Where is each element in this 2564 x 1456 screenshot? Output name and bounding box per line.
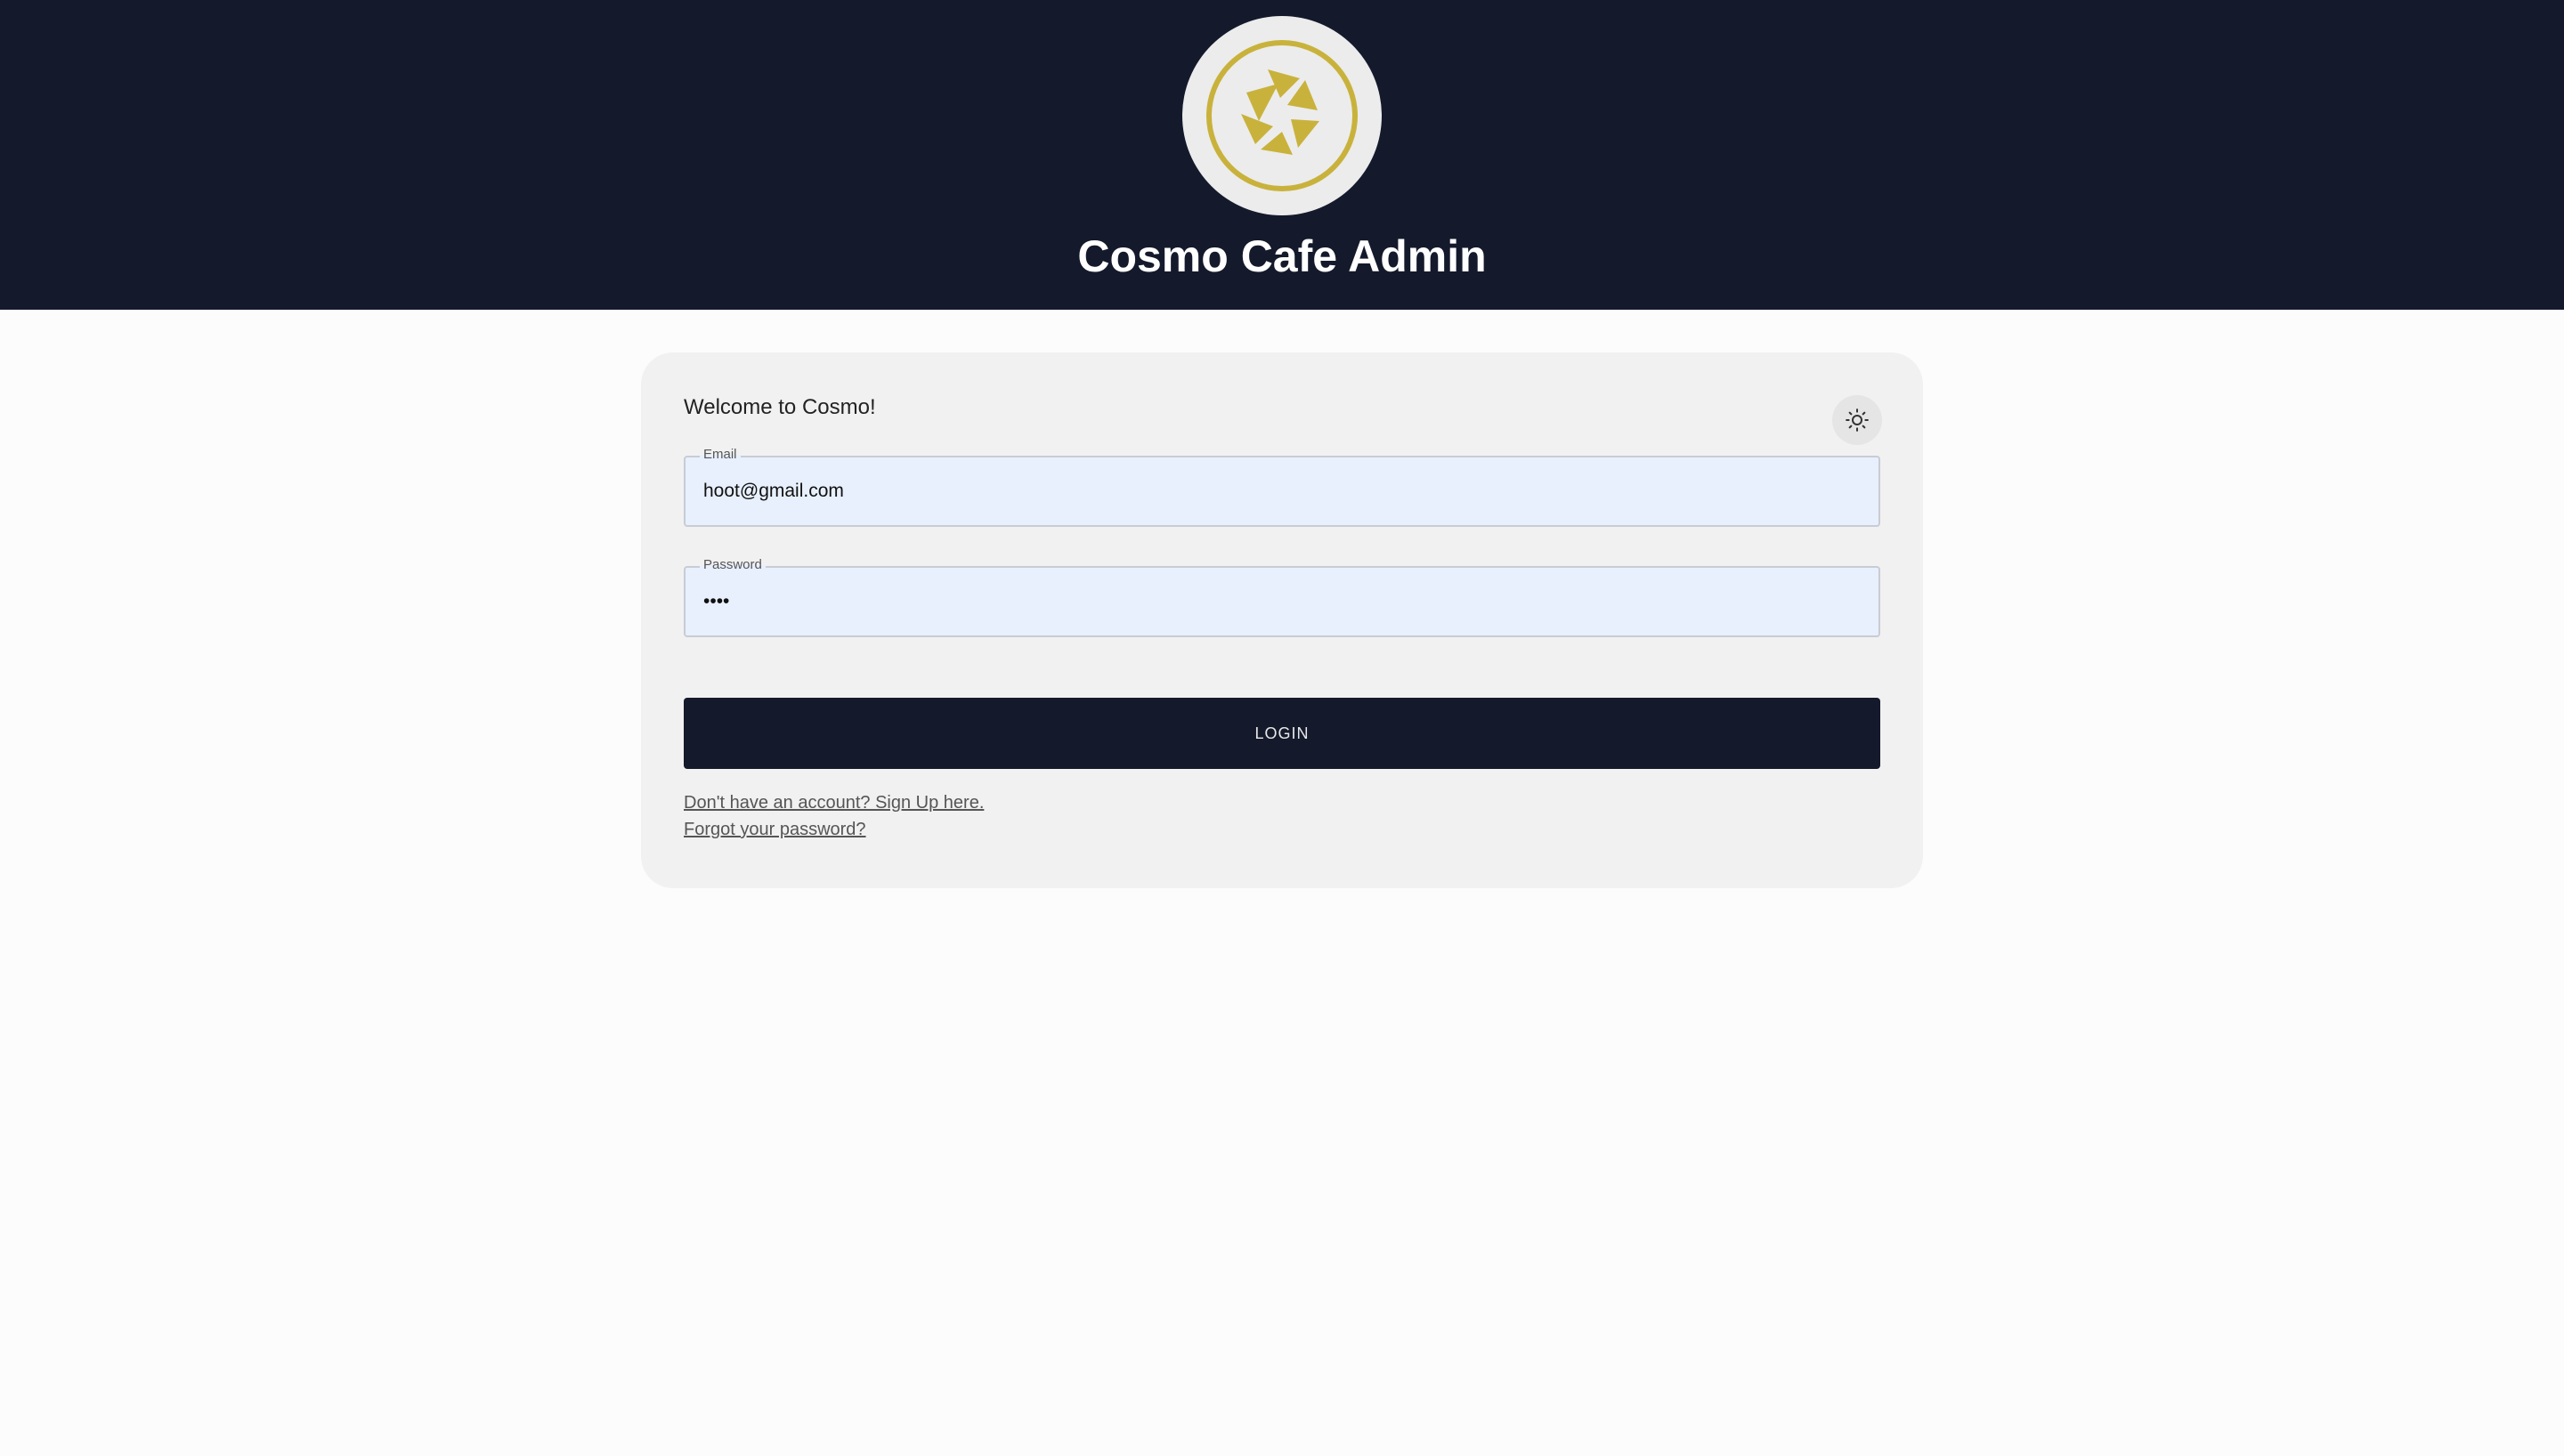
forgot-password-link[interactable]: Forgot your password? — [684, 817, 866, 842]
theme-toggle-button[interactable] — [1832, 395, 1882, 445]
login-card: Welcome to Cosmo! Email hoot@gmail.com P… — [641, 352, 1923, 888]
app-header: Cosmo Cafe Admin — [0, 0, 2564, 310]
email-field[interactable]: Email hoot@gmail.com — [684, 446, 1880, 527]
password-field[interactable]: Password •••• — [684, 556, 1880, 637]
email-input[interactable]: hoot@gmail.com — [703, 457, 1861, 525]
signup-link[interactable]: Don't have an account? Sign Up here. — [684, 790, 984, 815]
password-input[interactable]: •••• — [703, 568, 1861, 635]
login-button[interactable]: LOGIN — [684, 698, 1880, 769]
welcome-text: Welcome to Cosmo! — [684, 395, 876, 419]
sun-icon — [1846, 408, 1869, 432]
logo-emblem-icon — [1206, 40, 1358, 191]
app-title: Cosmo Cafe Admin — [1077, 231, 1487, 281]
cosmo-logo — [1182, 16, 1382, 215]
